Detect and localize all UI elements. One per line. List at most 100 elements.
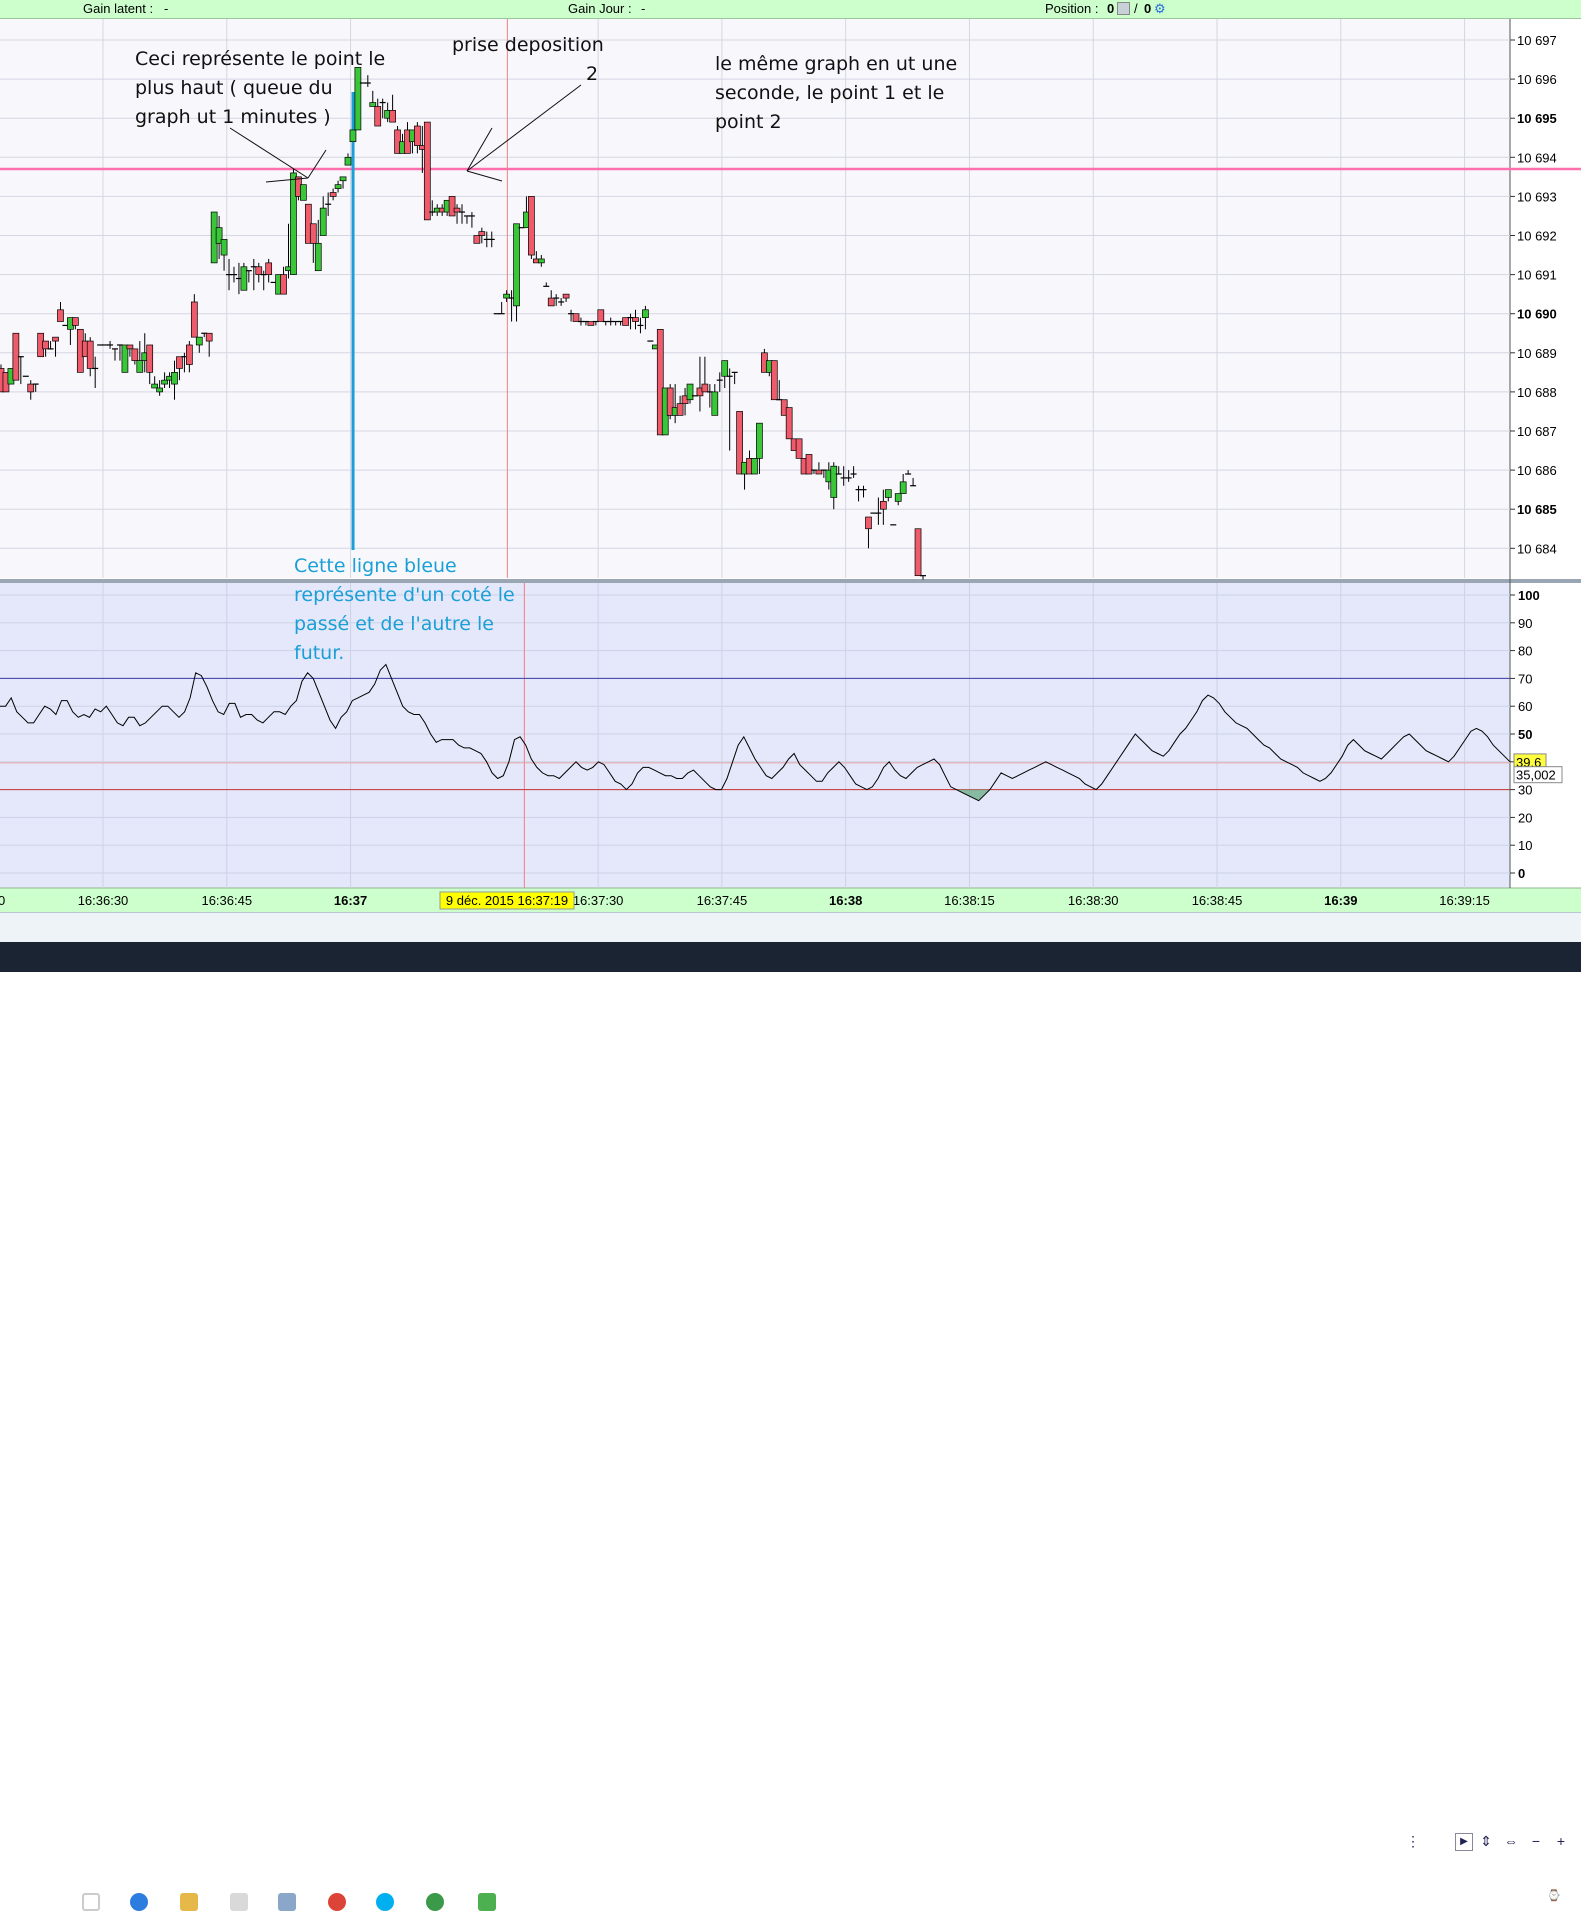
- browser-icon[interactable]: [130, 1893, 148, 1911]
- annotation-prise-position-number: 2: [586, 63, 599, 85]
- rsi-tick-label: 70: [1518, 671, 1532, 686]
- rsi-tick-label: 90: [1518, 616, 1532, 631]
- rsi-midline-value-label: 35,002: [1516, 768, 1556, 783]
- task-view-icon[interactable]: [82, 1893, 100, 1911]
- chrome-icon[interactable]: [328, 1893, 346, 1911]
- zoom-in-icon[interactable]: +: [1553, 1833, 1569, 1849]
- candle-body-down: [389, 110, 396, 123]
- price-tick-label: 10 685: [1517, 502, 1557, 517]
- candle: [597, 309, 605, 322]
- candle-body-down: [146, 344, 154, 373]
- candle-body-down: [186, 344, 193, 365]
- candle: [622, 317, 629, 326]
- price-tick-label: 10 693: [1517, 189, 1557, 204]
- candle: [785, 407, 793, 440]
- candle-body-down: [632, 317, 639, 322]
- app-icon[interactable]: [278, 1893, 296, 1911]
- price-tick-label: 10 689: [1517, 346, 1557, 361]
- annotation-ligne-bleue-line-2: représente d'un coté le: [294, 584, 515, 606]
- candle-body-down: [52, 336, 59, 342]
- time-tick-label: 16:38:30: [1068, 893, 1119, 908]
- candle-body-up: [136, 360, 144, 373]
- time-tick-label: 16:37:45: [697, 893, 748, 908]
- time-tick-label: 16:38: [829, 893, 862, 908]
- file-explorer-icon[interactable]: [180, 1893, 198, 1911]
- time-tick-label: 16:36:45: [201, 893, 252, 908]
- candle-body-down: [865, 516, 872, 530]
- candle-body-down: [280, 274, 287, 295]
- candle-body-down: [309, 223, 317, 244]
- rsi-tick-label: 0: [1518, 866, 1525, 881]
- time-tick-label: 16:37: [334, 893, 367, 908]
- time-tick-label: 16:38:45: [1192, 893, 1243, 908]
- candle-body-down: [785, 407, 793, 440]
- candle-body-up: [642, 309, 649, 318]
- annotation-point-haut-line-3: graph ut 1 minutes ): [135, 106, 331, 128]
- candle-body-up: [899, 481, 907, 494]
- candle-body-up: [300, 184, 307, 201]
- trading-app-icon[interactable]: [478, 1893, 496, 1911]
- time-tick-label: 16:37:30: [573, 893, 624, 908]
- annotation-meme-graph: le même graph en ut une seconde, le poin…: [715, 50, 957, 137]
- candle-body-down: [770, 360, 778, 401]
- app-icon-2[interactable]: [426, 1893, 444, 1911]
- price-axis-background: [1510, 19, 1581, 578]
- candle-body-up: [894, 493, 902, 502]
- candle-body-up: [721, 360, 729, 377]
- candle: [423, 121, 431, 221]
- candle-body-down: [914, 528, 922, 577]
- candle-body-down: [42, 340, 49, 350]
- candle-body-down: [676, 403, 684, 416]
- candle-body-down: [265, 262, 273, 275]
- annotation-point-haut-line-2: plus haut ( queue du: [135, 77, 333, 99]
- auto-scale-icon[interactable]: ⇕: [1478, 1833, 1494, 1849]
- candle-body-up: [711, 391, 719, 416]
- candle-body-down: [448, 196, 456, 217]
- candle-body-up: [756, 422, 763, 459]
- candle-body-down: [547, 297, 555, 307]
- time-tick-label: 16:39:15: [1439, 893, 1490, 908]
- candle-body-down: [27, 383, 35, 393]
- price-tick-label: 10 692: [1517, 229, 1557, 244]
- store-icon[interactable]: [230, 1893, 248, 1911]
- candle-body-down: [795, 438, 803, 459]
- candle-body-down: [701, 383, 709, 393]
- zoom-out-icon[interactable]: −: [1528, 1833, 1544, 1849]
- scroll-handle-icon[interactable]: ⋮: [1405, 1833, 1421, 1849]
- chart-toolbar: ⋮ ▶ ⇕ ⇔ − +: [0, 912, 1581, 1851]
- price-tick-label: 10 686: [1517, 463, 1557, 478]
- candle: [528, 196, 535, 259]
- annotation-prise-position: prise deposition: [452, 34, 604, 56]
- candle: [572, 313, 580, 322]
- annotation-ligne-bleue: Cette ligne bleue représente d'un coté l…: [294, 552, 515, 668]
- annotation-point-haut: Ceci représente le point le plus haut ( …: [135, 45, 385, 132]
- candle: [473, 235, 481, 244]
- scroll-right-icon[interactable]: ▶: [1455, 1833, 1473, 1851]
- rsi-tick-label: 100: [1518, 588, 1540, 603]
- candle: [770, 360, 778, 401]
- candle-body-up: [686, 383, 694, 401]
- candle-body-up: [537, 258, 545, 264]
- panel-splitter[interactable]: [0, 579, 1581, 583]
- os-taskbar: ⌚: [0, 942, 1581, 1911]
- annotation-ligne-bleue-line-3: passé et de l'autre le: [294, 613, 494, 635]
- crosshair-time-label: 9 déc. 2015 16:37:19: [446, 893, 568, 908]
- candle: [300, 184, 307, 201]
- candle-body-down: [528, 196, 535, 256]
- candle-body-down: [72, 317, 79, 326]
- candle-body-up: [751, 458, 758, 475]
- candle-body-up: [319, 207, 327, 236]
- annotation-meme-graph-line-1: le même graph en ut une: [715, 53, 958, 75]
- price-tick-label: 10 694: [1517, 150, 1557, 165]
- candle-body-down: [423, 121, 431, 221]
- candle-body-down: [255, 266, 263, 275]
- zoom-fit-icon[interactable]: ⇔: [1503, 1833, 1519, 1849]
- candle-body-down: [473, 235, 481, 244]
- skype-icon[interactable]: [376, 1893, 394, 1911]
- rsi-tick-label: 10: [1518, 838, 1532, 853]
- candle: [751, 458, 758, 475]
- candle: [240, 262, 248, 291]
- candle-body-up: [513, 223, 520, 307]
- candle-body-down: [205, 332, 213, 342]
- candle-body-down: [190, 301, 198, 338]
